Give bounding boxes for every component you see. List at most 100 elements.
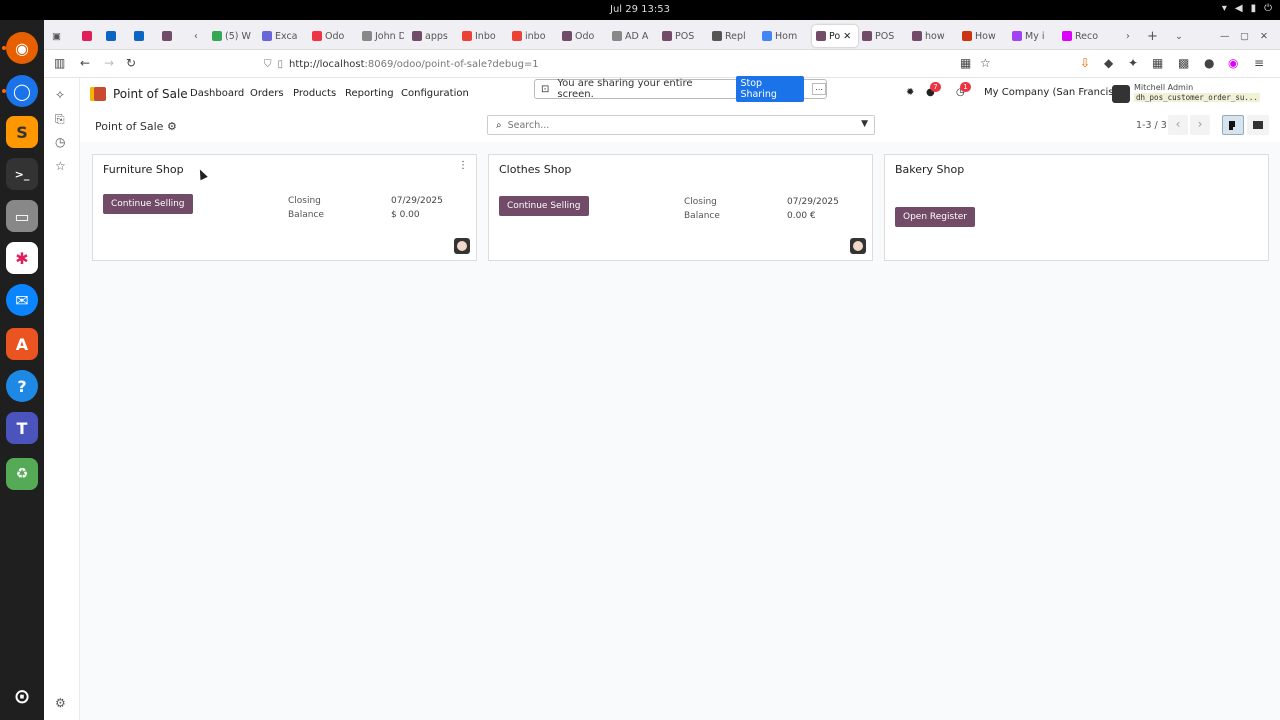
browser-tab[interactable]: Inbo	[462, 25, 504, 47]
browser-tab[interactable]: Odo	[312, 25, 354, 47]
browser-tab[interactable]: Hom	[762, 25, 804, 47]
browser-tab[interactable]: AD A	[612, 25, 654, 47]
puzzle-icon[interactable]: ✦	[1128, 56, 1138, 70]
thunderbird-icon[interactable]: ✉	[6, 284, 38, 316]
browser-tab[interactable]: POS	[662, 25, 704, 47]
reload-button[interactable]: ↻	[126, 56, 136, 70]
teams-icon[interactable]: T	[6, 412, 38, 444]
forward-button[interactable]: →	[104, 56, 114, 70]
download-icon[interactable]: ⇩	[1080, 56, 1090, 70]
battery-icon: ▮	[1250, 3, 1257, 14]
kebab-menu-icon[interactable]: ⋮	[458, 161, 468, 171]
ai-chatbot-icon[interactable]: ✧	[55, 88, 65, 102]
extension-shield-icon[interactable]: ◆	[1104, 56, 1113, 70]
user-avatar[interactable]	[1112, 85, 1130, 103]
breadcrumb: Point of Sale ⚙	[95, 120, 177, 133]
help-icon[interactable]: ?	[6, 370, 38, 402]
bookmarks-icon[interactable]: ☆	[55, 159, 66, 173]
bookmark-star-icon[interactable]: ☆	[980, 56, 991, 70]
kanban-view-button[interactable]	[1222, 115, 1244, 135]
back-button[interactable]: ←	[80, 56, 90, 70]
responsible-avatar[interactable]	[850, 238, 866, 254]
synced-tabs-icon[interactable]: ⎘	[55, 112, 65, 127]
pager-value[interactable]: 1-3 / 3	[1136, 120, 1167, 131]
tab-overview-icon[interactable]: ▣	[52, 25, 61, 47]
close-tab-icon[interactable]: ✕	[843, 31, 851, 42]
chrome-icon[interactable]: ◯	[6, 75, 38, 107]
menu-configuration[interactable]: Configuration	[401, 88, 469, 99]
system-clock[interactable]: Jul 29 13:53	[0, 4, 1280, 15]
menu-dashboard[interactable]: Dashboard	[190, 88, 244, 99]
search-input[interactable]	[507, 119, 848, 131]
app-name[interactable]: Point of Sale	[113, 87, 188, 101]
tab-label: Reco	[1075, 30, 1099, 42]
stop-sharing-button[interactable]: Stop Sharing	[736, 76, 805, 102]
slack-icon[interactable]: ✱	[6, 242, 38, 274]
maximize-button[interactable]: ▢	[1240, 25, 1249, 47]
activities-button[interactable]: ◷ 1	[956, 82, 971, 98]
open-register-button[interactable]: Open Register	[895, 207, 975, 227]
favicon-icon	[1062, 31, 1072, 41]
sidebar-toggle-icon[interactable]: ▥	[54, 56, 65, 70]
search-box[interactable]: ⌕ ▼	[487, 115, 875, 135]
continue-selling-button[interactable]: Continue Selling	[499, 196, 589, 216]
pinned-tab-0[interactable]	[82, 25, 92, 47]
browser-tab[interactable]: apps	[412, 25, 454, 47]
browser-tab[interactable]: Exca	[262, 25, 304, 47]
browser-tab[interactable]: My i	[1012, 25, 1054, 47]
extension-grid-icon[interactable]: ▦	[1152, 56, 1163, 70]
browser-tab[interactable]: Odo	[562, 25, 604, 47]
menu-icon[interactable]: ≡	[1254, 56, 1264, 70]
messages-button[interactable]: ● 7	[926, 82, 941, 98]
tab-scroll-left-button[interactable]: ‹	[194, 25, 198, 47]
search-options-toggle[interactable]: ▼	[861, 119, 868, 129]
show-apps-icon[interactable]: ⊙	[6, 680, 38, 712]
extension-cookie-icon[interactable]: ●	[1204, 56, 1214, 70]
customize-sidebar-icon[interactable]: ⚙	[55, 696, 66, 710]
browser-tab[interactable]: Po ✕	[812, 25, 858, 47]
sublime-text-icon[interactable]: S	[6, 116, 38, 148]
extension-monster-icon[interactable]: ▩	[1178, 56, 1189, 70]
browser-tab[interactable]: how	[912, 25, 954, 47]
user-name[interactable]: Mitchell Admin	[1134, 83, 1193, 92]
pinned-tab-1[interactable]	[106, 25, 116, 47]
menu-orders[interactable]: Orders	[250, 88, 284, 99]
gear-icon[interactable]: ⚙	[167, 120, 177, 133]
menu-products[interactable]: Products	[293, 88, 336, 99]
system-tray[interactable]: ▾ ◀ ▮ ⏻	[1222, 3, 1272, 14]
browser-tab[interactable]: John Do	[362, 25, 404, 47]
url-bar[interactable]: ⛉ ▯ http://localhost:8069/odoo/point-of-…	[264, 55, 1044, 73]
tab-list-button[interactable]: ⌄	[1175, 25, 1183, 47]
trash-icon[interactable]: ♻	[6, 458, 38, 490]
browser-tab[interactable]: Repl	[712, 25, 754, 47]
minimize-button[interactable]: —	[1220, 25, 1230, 47]
history-icon[interactable]: ◷	[55, 135, 65, 149]
pager-next-button[interactable]: ›	[1190, 115, 1210, 135]
control-panel: Point of Sale ⚙ ⌕ ▼ 1-3 / 3 ‹ ›	[80, 110, 1280, 142]
browser-tab[interactable]: inbo	[512, 25, 554, 47]
pinned-tab-3[interactable]	[162, 25, 172, 47]
files-icon[interactable]: ▭	[6, 200, 38, 232]
browser-tab[interactable]: (5) W	[212, 25, 254, 47]
extensions-grid-icon[interactable]: ▦	[960, 56, 971, 70]
hide-banner-button[interactable]: ...	[812, 83, 826, 95]
browser-tab[interactable]: Reco	[1062, 25, 1104, 47]
tab-scroll-right-button[interactable]: ›	[1126, 25, 1130, 47]
close-window-button[interactable]: ✕	[1260, 25, 1268, 47]
list-view-button[interactable]	[1247, 115, 1269, 135]
terminal-icon[interactable]: >_	[6, 158, 38, 190]
pos-app-logo-icon[interactable]	[90, 87, 106, 101]
browser-tab[interactable]: POS	[862, 25, 904, 47]
extension-color-icon[interactable]: ◉	[1228, 56, 1238, 70]
debug-bug-icon[interactable]: ✹	[906, 87, 914, 98]
pager-previous-button[interactable]: ‹	[1168, 115, 1188, 135]
responsible-avatar[interactable]	[454, 238, 470, 254]
company-switcher[interactable]: My Company (San Francisco)	[984, 87, 1129, 98]
browser-tab[interactable]: How	[962, 25, 1004, 47]
firefox-icon[interactable]: ◉	[6, 32, 38, 64]
app-center-icon[interactable]: A	[6, 328, 38, 360]
continue-selling-button[interactable]: Continue Selling	[103, 194, 193, 214]
new-tab-button[interactable]: +	[1147, 25, 1158, 47]
menu-reporting[interactable]: Reporting	[345, 88, 394, 99]
pinned-tab-2[interactable]	[134, 25, 144, 47]
